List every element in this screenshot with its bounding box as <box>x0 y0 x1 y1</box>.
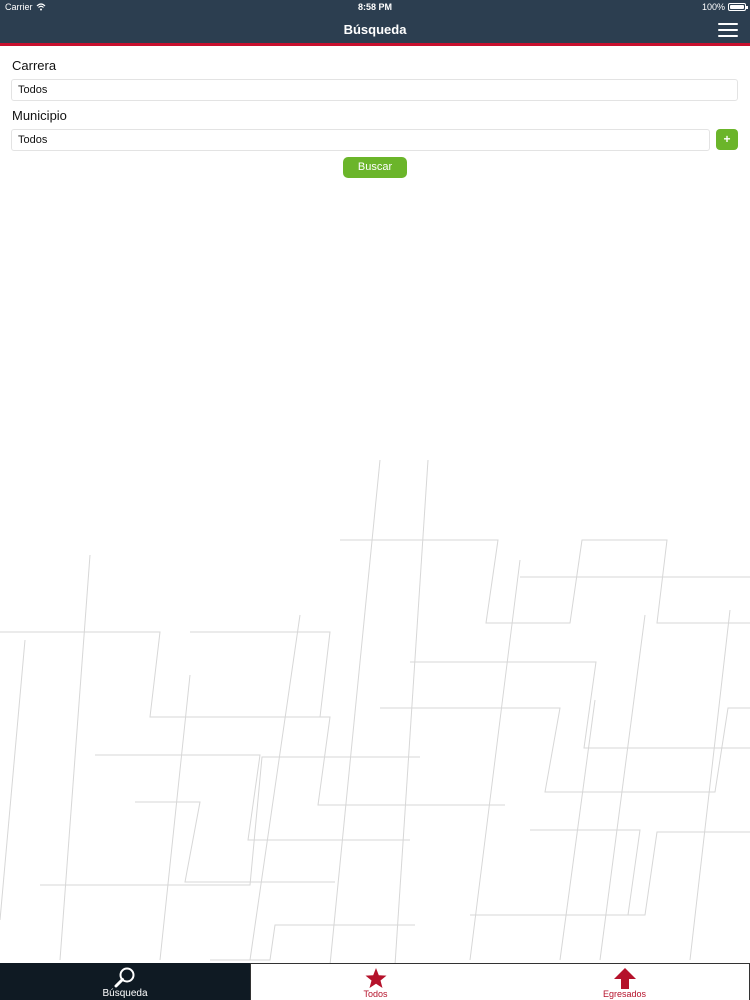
tab-busqueda-label: Búsqueda <box>102 988 148 999</box>
battery-icon <box>728 3 748 11</box>
page-title: Búsqueda <box>343 22 407 37</box>
municipio-label: Municipio <box>12 108 67 123</box>
add-municipio-button[interactable]: + <box>716 129 738 150</box>
star-icon <box>365 968 386 988</box>
battery-percent: 100% <box>701 2 725 12</box>
arrow-up-icon <box>613 968 636 989</box>
tab-egresados-label: Egresados <box>602 989 647 999</box>
tab-todos[interactable]: Todos <box>250 963 500 1000</box>
tab-egresados[interactable]: Egresados <box>500 963 750 1000</box>
status-time: 8:58 PM <box>357 2 392 12</box>
carrera-select[interactable]: Todos <box>11 79 738 101</box>
tab-todos-label: Todos <box>363 989 388 999</box>
background-pattern <box>0 459 750 963</box>
status-bar: Carrier 8:58 PM 100% <box>0 0 750 14</box>
hamburger-menu-icon[interactable] <box>718 23 738 37</box>
municipio-select[interactable]: Todos <box>11 129 710 151</box>
tab-busqueda[interactable]: Búsqueda <box>0 963 250 1000</box>
search-icon <box>114 967 135 988</box>
search-button[interactable]: Buscar <box>343 157 407 178</box>
status-right: 100% <box>701 0 748 14</box>
navigation-bar: Búsqueda <box>0 14 750 46</box>
tab-bar: Búsqueda Todos Egresados <box>0 963 750 1000</box>
carrera-label: Carrera <box>12 58 57 73</box>
